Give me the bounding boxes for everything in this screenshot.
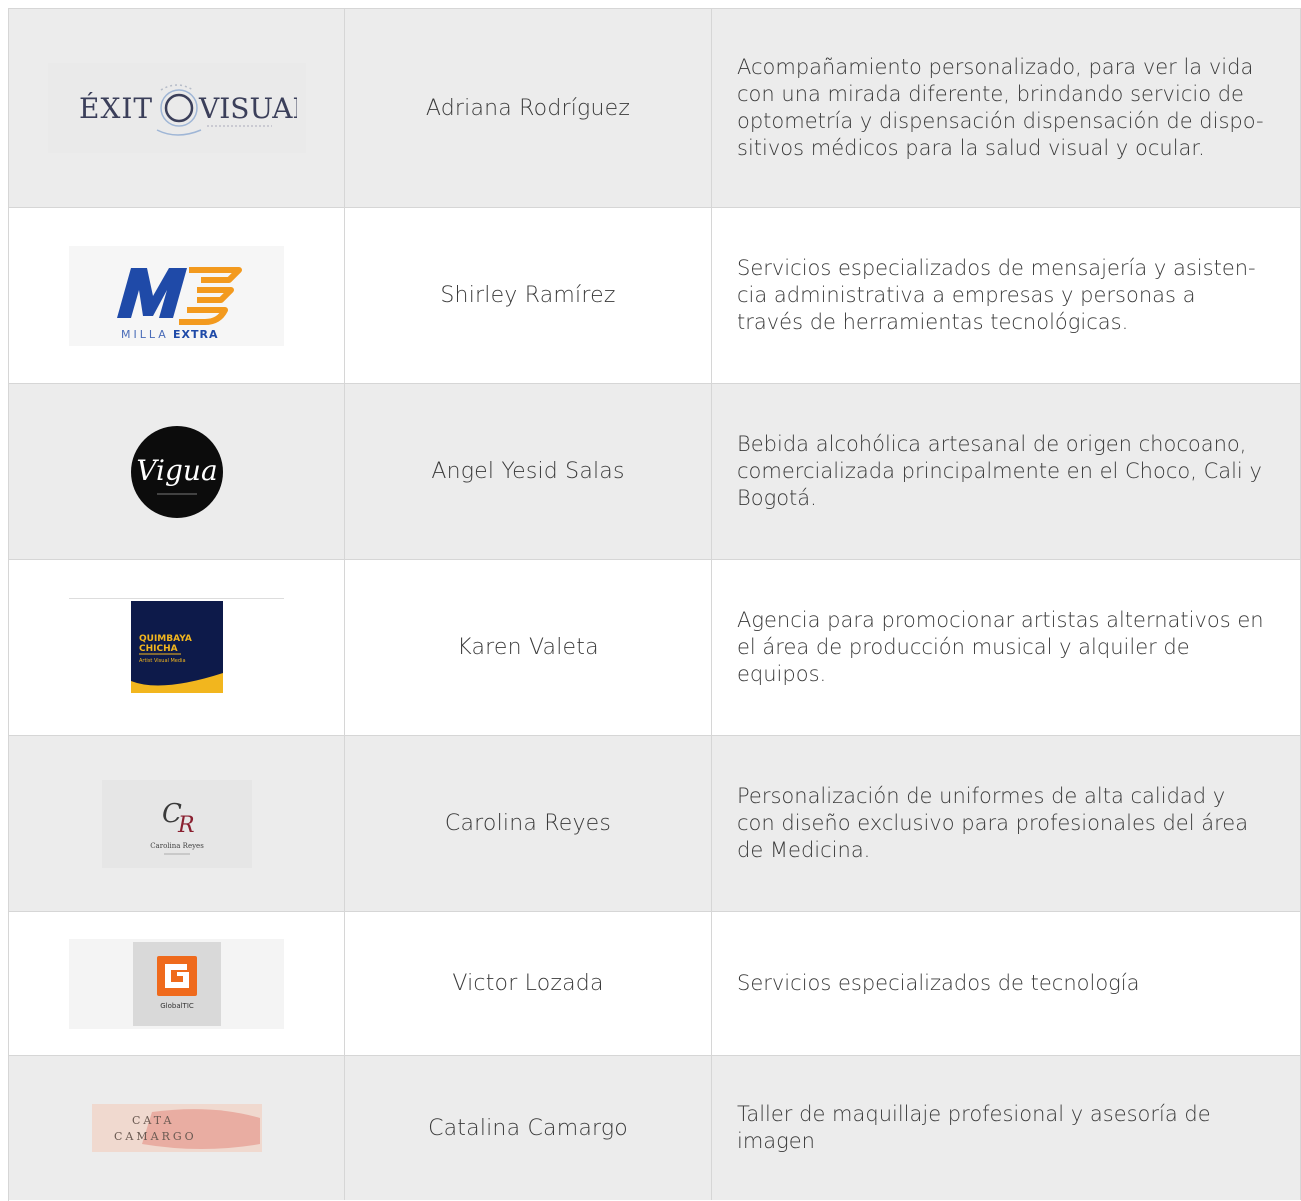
vigua-logo: Vigua <box>77 417 277 527</box>
owner-name: Karen Valeta <box>457 635 599 660</box>
owner-name: Shirley Ramírez <box>440 283 616 308</box>
logo-cell: ÉXIT VISUAL <box>9 9 345 207</box>
business-description: Taller de maquillaje profesional y aseso… <box>737 1102 1211 1153</box>
owner-name: Angel Yesid Salas <box>431 459 625 484</box>
owner-name: Adriana Rodríguez <box>425 95 631 121</box>
business-description: Personalización de uniformes de alta cal… <box>737 784 1249 862</box>
business-description: Servicios especializados de tecnología <box>737 971 1140 995</box>
owner-name: Carolina Reyes <box>444 811 612 836</box>
table-row: Vigua Angel Yesid Salas Bebida alcohólic… <box>9 384 1301 560</box>
table-row: MILLA EXTRA Shirley Ramírez Servicios es… <box>9 208 1301 384</box>
svg-text:CATA: CATA <box>132 1114 174 1127</box>
table-row: QUIMBAYA CHICHA Artist Visual Media Kare… <box>9 560 1301 736</box>
exito-visual-logo: ÉXIT VISUAL <box>47 63 306 153</box>
description-cell: Servicios especializados de tecnología <box>712 912 1301 1055</box>
name-cell: Shirley Ramírez <box>345 208 712 383</box>
logo-cell: Vigua <box>9 384 345 559</box>
description-cell: Servicios especializados de mensajería y… <box>712 208 1301 383</box>
svg-text:CHICHA: CHICHA <box>139 644 178 654</box>
description-cell: Taller de maquillaje profesional y aseso… <box>712 1056 1301 1200</box>
svg-text:QUIMBAYA: QUIMBAYA <box>139 634 192 644</box>
table-row: GlobalTIC Victor Lozada Servicios especi… <box>9 912 1301 1056</box>
logo-cell: GlobalTIC <box>9 912 345 1055</box>
name-cell: Karen Valeta <box>345 560 712 735</box>
svg-text:VISUAL: VISUAL <box>198 92 297 125</box>
svg-text:CAMARGO: CAMARGO <box>114 1130 197 1143</box>
description-cell: Personalización de uniformes de alta cal… <box>712 736 1301 911</box>
logo-cell: CATA CAMARGO <box>9 1056 345 1200</box>
milla-extra-logo: MILLA EXTRA <box>69 245 284 346</box>
logo-cell: C R Carolina Reyes <box>9 736 345 911</box>
name-cell: Catalina Camargo <box>345 1056 712 1200</box>
entrepreneurs-table: ÉXIT VISUAL Adriana Rodríguez Acompañami… <box>8 8 1301 1201</box>
svg-text:Carolina Reyes: Carolina Reyes <box>150 842 204 850</box>
table-row: ÉXIT VISUAL Adriana Rodríguez Acompañami… <box>9 9 1301 208</box>
quimbaya-chicha-logo: QUIMBAYA CHICHA Artist Visual Media <box>69 598 284 697</box>
name-cell: Victor Lozada <box>345 912 712 1055</box>
owner-name: Catalina Camargo <box>428 1115 628 1141</box>
name-cell: Angel Yesid Salas <box>345 384 712 559</box>
globaltic-logo: GlobalTIC <box>69 938 284 1029</box>
svg-text:R: R <box>177 813 195 838</box>
svg-text:ÉXIT: ÉXIT <box>79 92 153 125</box>
description-cell: Bebida alcohólica artesanal de origen ch… <box>712 384 1301 559</box>
carolina-reyes-logo: C R Carolina Reyes <box>101 779 252 868</box>
description-cell: Agencia para promocionar artistas altern… <box>712 560 1301 735</box>
name-cell: Adriana Rodríguez <box>345 9 712 207</box>
owner-name: Victor Lozada <box>452 971 604 996</box>
svg-text:EXTRA: EXTRA <box>173 328 218 341</box>
description-cell: Acompañamiento personalizado, para ver l… <box>712 9 1301 207</box>
svg-text:MILLA: MILLA <box>121 328 169 341</box>
svg-text:Artist Visual Media: Artist Visual Media <box>139 658 186 664</box>
logo-cell: QUIMBAYA CHICHA Artist Visual Media <box>9 560 345 735</box>
cata-camargo-logo: CATA CAMARGO <box>69 1092 284 1164</box>
business-description: Agencia para promocionar artistas altern… <box>737 608 1264 686</box>
table-row: CATA CAMARGO Catalina Camargo Taller de … <box>9 1056 1301 1200</box>
business-description: Acompañamiento personalizado, para ver l… <box>737 55 1264 160</box>
business-description: Bebida alcohólica artesanal de origen ch… <box>737 432 1262 510</box>
name-cell: Carolina Reyes <box>345 736 712 911</box>
logo-cell: MILLA EXTRA <box>9 208 345 383</box>
business-description: Servicios especializados de mensajería y… <box>737 256 1256 334</box>
svg-text:Vigua: Vigua <box>136 454 217 487</box>
svg-text:GlobalTIC: GlobalTIC <box>160 1002 194 1010</box>
table-row: C R Carolina Reyes Carolina Reyes Person… <box>9 736 1301 912</box>
